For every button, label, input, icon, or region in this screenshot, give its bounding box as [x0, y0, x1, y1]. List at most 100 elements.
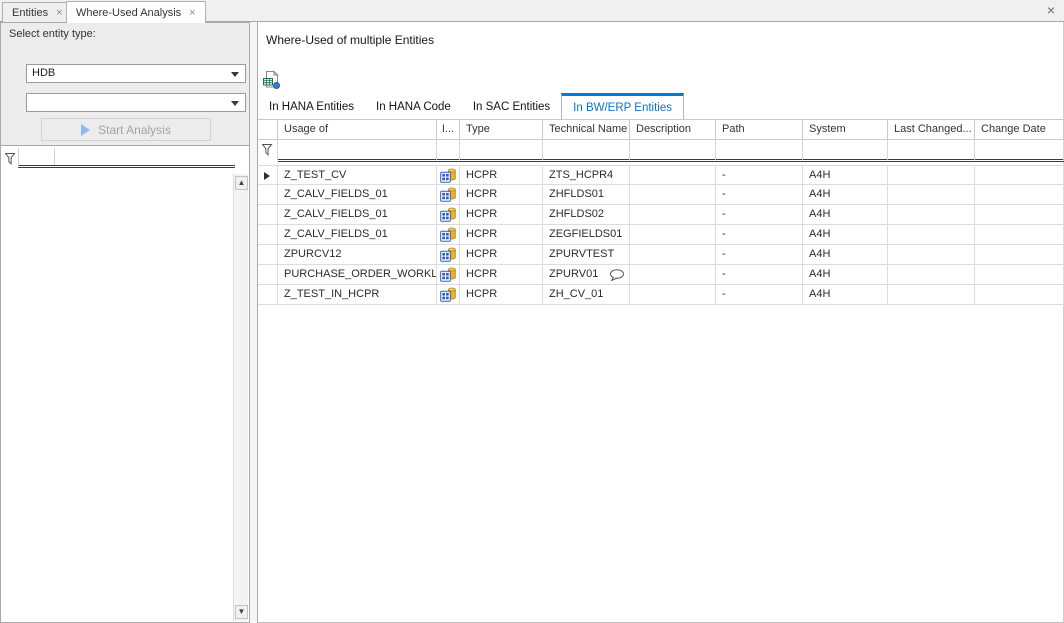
cell-change-date — [975, 205, 1064, 225]
tab-in-bw-erp-entities[interactable]: In BW/ERP Entities — [561, 93, 684, 119]
technical-name-text: ZPURVTEST — [549, 248, 614, 260]
tab-in-hana-code[interactable]: In HANA Code — [365, 93, 462, 119]
column-header-change-date[interactable]: Change Date — [975, 120, 1064, 140]
entity-type-panel: Select entity type: HDB Start Analysis — [0, 22, 250, 146]
technical-name-text: ZEGFIELDS01 — [549, 228, 622, 240]
table-row[interactable]: ZPURCV12 HCPR ZPURVTEST - — [258, 245, 1064, 265]
tab-entities[interactable]: Entities × — [2, 2, 73, 22]
row-indicator-cell — [258, 205, 278, 225]
table-row[interactable]: Z_CALV_FIELDS_01 HCPR ZHFLDS01 — [258, 185, 1064, 205]
filter-cell-usage-of[interactable] — [278, 140, 437, 162]
hcpr-icon — [440, 227, 456, 242]
table-row[interactable]: Z_CALV_FIELDS_01 HCPR ZEGFIELDS01 — [258, 225, 1064, 245]
column-header-technical-name[interactable]: Technical Name — [543, 120, 630, 140]
tab-where-used-analysis-close-icon[interactable]: × — [189, 8, 195, 18]
tab-in-sac-entities[interactable]: In SAC Entities — [462, 93, 561, 119]
filter-cell-system[interactable] — [803, 140, 888, 162]
column-header-usage-of[interactable]: Usage of — [278, 120, 437, 140]
filter-cell-last-changed[interactable] — [888, 140, 975, 162]
column-header-description[interactable]: Description — [630, 120, 716, 140]
scroll-up-button[interactable]: ▲ — [235, 176, 248, 190]
cell-type: HCPR — [460, 165, 543, 185]
table-row[interactable]: Z_TEST_CV HCPR ZTS_HCPR4 - — [258, 165, 1064, 185]
column-header-icon[interactable]: I... — [437, 120, 460, 140]
page-title: Where-Used of multiple Entities — [266, 33, 434, 47]
tab-label: In SAC Entities — [473, 101, 550, 113]
cell-path: - — [716, 185, 803, 205]
panel-close-icon[interactable]: × — [1047, 3, 1055, 17]
cell-last-changed — [888, 185, 975, 205]
tab-where-used-analysis[interactable]: Where-Used Analysis × — [66, 1, 206, 23]
cell-technical-name: ZHFLDS02 — [543, 205, 630, 225]
tab-where-used-analysis-label: Where-Used Analysis — [76, 7, 181, 19]
start-analysis-button[interactable]: Start Analysis — [41, 118, 211, 141]
splitter-handle[interactable] — [250, 22, 257, 623]
table-body: Z_TEST_CV HCPR ZTS_HCPR4 - — [258, 165, 1064, 305]
group-caption: Select entity type: — [9, 28, 96, 40]
cell-icon — [437, 265, 460, 285]
cell-type: HCPR — [460, 265, 543, 285]
entity-type-combo[interactable]: HDB — [26, 64, 246, 83]
cell-type: HCPR — [460, 185, 543, 205]
tab-label: In BW/ERP Entities — [573, 102, 672, 114]
cell-usage-of: Z_CALV_FIELDS_01 — [278, 185, 437, 205]
hcpr-icon — [440, 267, 456, 282]
cell-type: HCPR — [460, 245, 543, 265]
cell-system: A4H — [803, 245, 888, 265]
cell-usage-of: Z_CALV_FIELDS_01 — [278, 205, 437, 225]
row-indicator-cell — [258, 165, 278, 185]
cell-path: - — [716, 245, 803, 265]
filter-cell-path[interactable] — [716, 140, 803, 162]
table-row[interactable]: Z_CALV_FIELDS_01 HCPR ZHFLDS02 — [258, 205, 1064, 225]
document-tabstrip: Entities × Where-Used Analysis × × — [0, 0, 1064, 22]
filter-cell-technical-name[interactable] — [543, 140, 630, 162]
scroll-down-button[interactable]: ▼ — [235, 605, 248, 619]
where-used-panel: Where-Used of multiple Entities In HANA … — [257, 22, 1064, 623]
cell-last-changed — [888, 265, 975, 285]
column-header-indicator[interactable] — [258, 120, 278, 140]
column-header-type[interactable]: Type — [460, 120, 543, 140]
hcpr-icon — [440, 287, 456, 302]
cell-icon — [437, 205, 460, 225]
cell-technical-name: ZPURVTEST — [543, 245, 630, 265]
cell-usage-of: Z_TEST_IN_HCPR — [278, 285, 437, 305]
cell-change-date — [975, 285, 1064, 305]
hcpr-icon — [440, 187, 456, 202]
entity-list-scrollbar[interactable]: ▲ ▼ — [233, 174, 248, 621]
cell-icon — [437, 165, 460, 185]
filter-cell-icon[interactable] — [437, 140, 460, 162]
table-row[interactable]: PURCHASE_ORDER_WORKLIST HCPR ZPURV01 — [258, 265, 1064, 285]
table-row[interactable]: Z_TEST_IN_HCPR HCPR ZH_CV_01 - — [258, 285, 1064, 305]
filter-icon — [5, 153, 16, 165]
column-header-last-changed[interactable]: Last Changed... — [888, 120, 975, 140]
row-indicator-cell — [258, 285, 278, 305]
tab-label: In HANA Code — [376, 101, 451, 113]
hcpr-icon — [440, 207, 456, 222]
cell-description — [630, 185, 716, 205]
entity-list-filter-cell[interactable] — [55, 148, 235, 165]
export-excel-button[interactable] — [261, 68, 283, 90]
cell-system: A4H — [803, 185, 888, 205]
cell-technical-name: ZPURV01 — [543, 265, 630, 285]
cell-description — [630, 245, 716, 265]
cell-description — [630, 205, 716, 225]
row-indicator-cell — [258, 265, 278, 285]
entity-combo[interactable] — [26, 93, 246, 112]
entity-list-filter-cell[interactable] — [19, 148, 55, 165]
cell-change-date — [975, 185, 1064, 205]
filter-cell-type[interactable] — [460, 140, 543, 162]
column-header-path[interactable]: Path — [716, 120, 803, 140]
cell-system: A4H — [803, 285, 888, 305]
comment-icon[interactable] — [609, 269, 625, 285]
filter-cell-description[interactable] — [630, 140, 716, 162]
entity-list-filter-row[interactable] — [18, 148, 235, 168]
cell-system: A4H — [803, 205, 888, 225]
app-window: Entities × Where-Used Analysis × × Selec… — [0, 0, 1064, 623]
cell-usage-of: ZPURCV12 — [278, 245, 437, 265]
tab-entities-close-icon[interactable]: × — [56, 8, 62, 18]
cell-type: HCPR — [460, 205, 543, 225]
cell-icon — [437, 225, 460, 245]
column-header-system[interactable]: System — [803, 120, 888, 140]
filter-cell-change-date[interactable] — [975, 140, 1064, 162]
tab-in-hana-entities[interactable]: In HANA Entities — [258, 93, 365, 119]
